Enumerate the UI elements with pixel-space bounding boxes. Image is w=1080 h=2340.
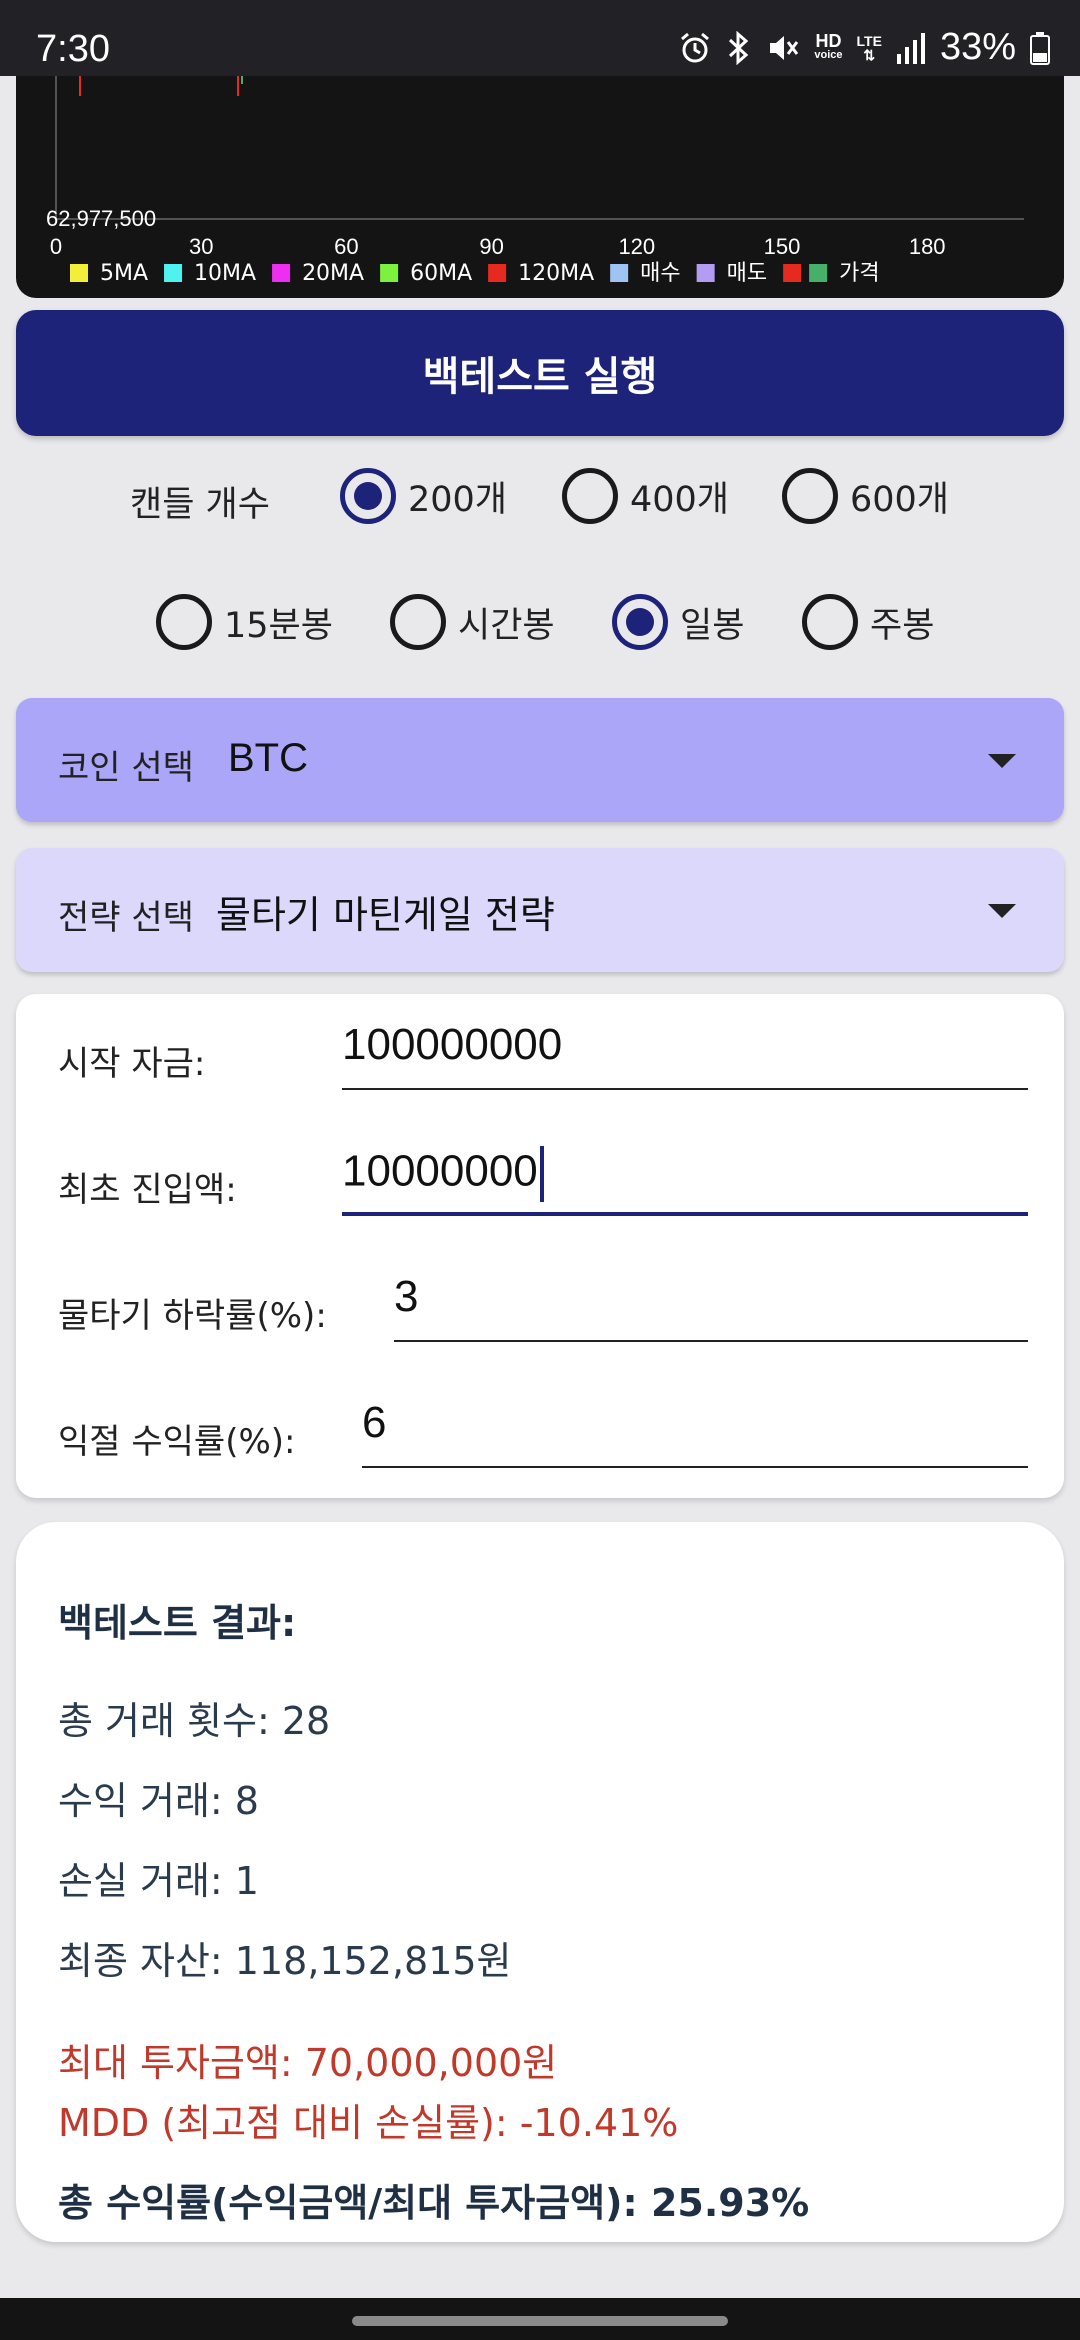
legend-swatch — [488, 264, 507, 282]
legend-swatch — [696, 264, 715, 282]
legend-swatch — [70, 264, 88, 282]
legend-label: 20MA — [302, 261, 364, 286]
chevron-down-icon[interactable] — [988, 904, 1016, 918]
signal-icon — [896, 32, 925, 64]
chevron-down-icon[interactable] — [988, 754, 1016, 768]
total-return: 총 수익률(수익금액/최대 투자금액): 25.93% — [58, 2181, 810, 2225]
radio-interval-15m[interactable]: 15분봉 — [156, 594, 333, 650]
total-trades: 총 거래 횟수: 28 — [58, 1699, 331, 1743]
legend-swatch — [783, 264, 802, 282]
radio-button[interactable] — [156, 594, 212, 650]
candle-count-row: 캔들 개수 200개 400개 600개 — [0, 458, 1080, 538]
initial-entry-input[interactable]: 10000000 — [342, 1146, 1028, 1216]
initial-entry-label: 최초 진입액: — [58, 1170, 237, 1210]
status-icons: HD voice LTE ⇅ 33% — [678, 26, 1050, 69]
radio-candle-200[interactable]: 200개 — [340, 468, 507, 524]
legend-swatch — [809, 264, 828, 282]
legend-label: 매수 — [640, 261, 680, 286]
legend-label: 120MA — [518, 261, 594, 286]
radio-candle-400[interactable]: 400개 — [562, 468, 729, 524]
max-investment: 최대 투자금액: 70,000,000원 — [58, 2041, 558, 2085]
interval-row: 15분봉 시간봉 일봉 주봉 — [0, 584, 1080, 664]
legend-swatch — [272, 264, 291, 282]
strategy-select-label: 전략 선택 — [58, 898, 194, 938]
coin-select-dropdown[interactable]: 코인 선택 BTC — [16, 698, 1064, 822]
hd-voice-icon: HD voice — [814, 30, 843, 61]
radio-button[interactable] — [802, 594, 858, 650]
parameters-card: 시작 자금: 100000000 최초 진입액: 10000000 물타기 하락… — [16, 994, 1064, 1498]
win-trades: 수익 거래: 8 — [58, 1779, 259, 1823]
radio-label: 400개 — [630, 479, 730, 520]
navigation-bar — [0, 2298, 1080, 2340]
drop-rate-input[interactable]: 3 — [394, 1272, 1028, 1342]
status-bar: 7:30 HD voice LTE ⇅ 33% — [0, 0, 1080, 76]
radio-interval-hour[interactable]: 시간봉 — [390, 594, 555, 650]
radio-label: 주봉 — [870, 605, 935, 646]
legend-label: 가격 — [839, 261, 879, 286]
bluetooth-icon — [729, 30, 749, 65]
legend-label: 10MA — [194, 261, 256, 286]
radio-button[interactable] — [562, 468, 618, 524]
x-tick-label: 0 — [50, 234, 62, 259]
radio-button[interactable] — [612, 594, 668, 650]
radio-label: 200개 — [408, 479, 508, 520]
run-backtest-button[interactable]: 백테스트 실행 — [16, 310, 1064, 436]
radio-button[interactable] — [390, 594, 446, 650]
status-time: 7:30 — [36, 28, 110, 70]
mdd: MDD (최고점 대비 손실률): -10.41% — [58, 2101, 679, 2145]
results-title: 백테스트 결과: — [58, 1601, 297, 1645]
radio-interval-week[interactable]: 주봉 — [802, 594, 934, 650]
battery-percent: 33% — [939, 26, 1016, 68]
x-tick-label: 120 — [618, 234, 655, 259]
x-tick-label: 90 — [479, 234, 503, 259]
coin-select-value: BTC — [228, 736, 308, 780]
x-tick-label: 180 — [909, 234, 946, 259]
chart-canvas: 62,977,500 0 30 60 90 120 150 180 5MA 10MA 20MA 60M… — [46, 76, 1024, 286]
radio-button[interactable] — [782, 468, 838, 524]
battery-icon — [1030, 31, 1050, 65]
radio-button[interactable] — [340, 468, 396, 524]
strategy-select-dropdown[interactable]: 전략 선택 물타기 마틴게일 전략 — [16, 848, 1064, 972]
legend-label: 매도 — [727, 261, 767, 286]
start-capital-label: 시작 자금: — [58, 1044, 206, 1084]
legend-swatch — [610, 264, 629, 282]
x-tick-label: 150 — [764, 234, 801, 259]
x-tick-label: 60 — [334, 234, 358, 259]
legend-label: 5MA — [100, 261, 148, 286]
radio-label: 일봉 — [680, 605, 745, 646]
radio-interval-day[interactable]: 일봉 — [612, 594, 744, 650]
legend-swatch — [380, 264, 399, 282]
results-card: 백테스트 결과: 총 거래 횟수: 28 수익 거래: 8 손실 거래: 1 최… — [16, 1522, 1064, 2242]
home-gesture-handle[interactable] — [352, 2316, 728, 2326]
strategy-select-value: 물타기 마틴게일 전략 — [216, 893, 555, 937]
text-cursor — [539, 1146, 544, 1202]
drop-rate-label: 물타기 하락률(%): — [58, 1296, 327, 1336]
radio-label: 15분봉 — [224, 605, 333, 646]
coin-select-label: 코인 선택 — [58, 748, 194, 788]
x-tick-label: 30 — [189, 234, 213, 259]
radio-candle-600[interactable]: 600개 — [782, 468, 949, 524]
take-profit-input[interactable]: 6 — [362, 1398, 1028, 1468]
take-profit-label: 익절 수익률(%): — [58, 1422, 296, 1462]
radio-label: 600개 — [850, 479, 950, 520]
legend-swatch — [164, 264, 183, 282]
start-capital-input[interactable]: 100000000 — [342, 1020, 1028, 1090]
y-min-label: 62,977,500 — [46, 206, 156, 231]
candle-count-label: 캔들 개수 — [130, 485, 270, 525]
radio-label: 시간봉 — [458, 605, 555, 646]
final-assets: 최종 자산: 118,152,815원 — [58, 1939, 512, 1983]
lte-icon: LTE ⇅ — [856, 32, 882, 63]
alarm-icon — [681, 32, 710, 62]
price-chart: 62,977,500 0 30 60 90 120 150 180 5MA 10MA 20MA 60M… — [16, 76, 1064, 298]
legend-label: 60MA — [410, 261, 472, 286]
loss-trades: 손실 거래: 1 — [58, 1859, 259, 1903]
mute-icon — [770, 35, 799, 60]
